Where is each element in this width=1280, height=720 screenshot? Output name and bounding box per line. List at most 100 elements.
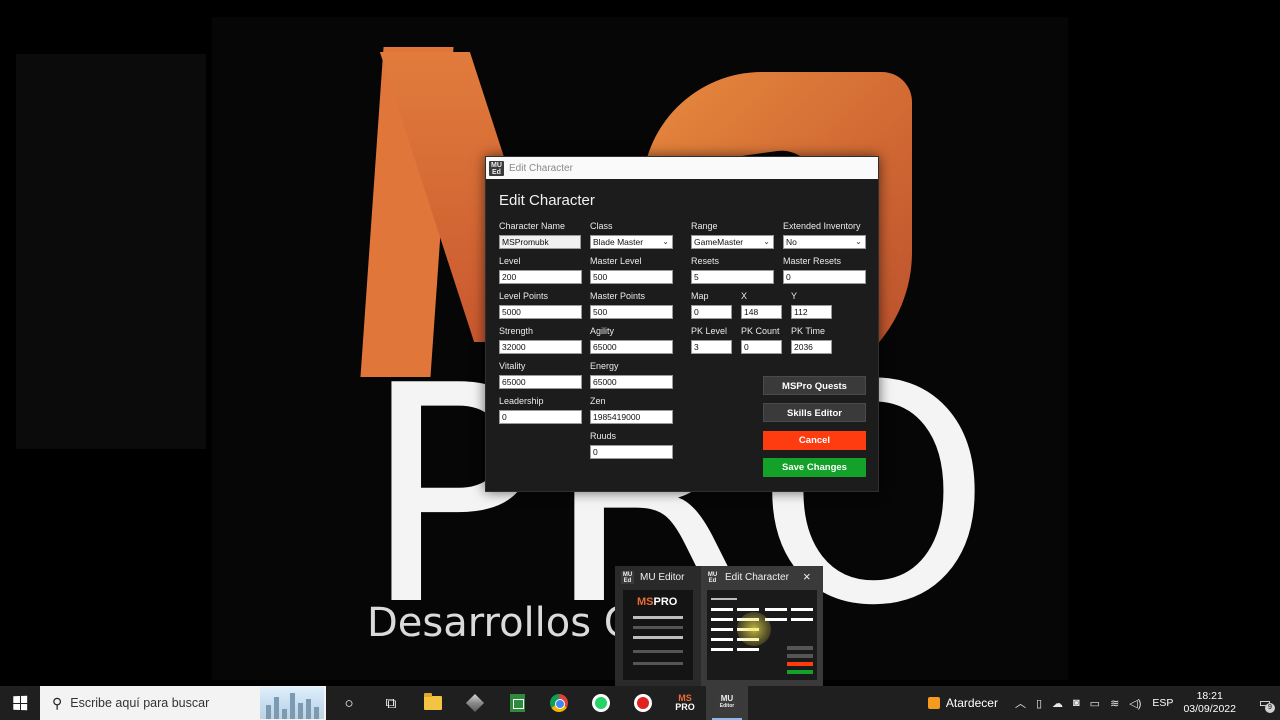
cancel-button[interactable]: Cancel [763,431,866,450]
master-resets-field[interactable]: 0 [783,270,866,284]
mini-mspro-logo: MSPRO [637,596,678,608]
pk-count-label: PK Count [741,326,780,336]
level-field[interactable]: 200 [499,270,582,284]
mspro-app-icon[interactable]: MS PRO [664,686,706,720]
windows-icon [13,695,28,711]
ruuds-label: Ruuds [590,431,617,441]
master-points-field[interactable]: 500 [590,305,673,319]
thumbnail-edit-character[interactable]: MU Ed Edit Character × [701,566,823,686]
pk-level-label: PK Level [691,326,728,336]
edit-character-dialog: MU Ed Edit Character Edit Character Chara… [485,156,879,492]
ruuds-field[interactable]: 0 [590,445,673,459]
leadership-label: Leadership [499,396,544,406]
mu-editor-taskbar-icon[interactable]: MU Editor [706,686,748,720]
resets-field[interactable]: 5 [691,270,774,284]
vitality-field[interactable]: 65000 [499,375,582,389]
energy-field[interactable]: 65000 [590,375,673,389]
mu-editor-app-icon: MU Ed [706,571,719,584]
energy-label: Energy [590,361,619,371]
speaker-icon[interactable]: ◁) [1129,697,1141,710]
skills-editor-button[interactable]: Skills Editor [763,403,866,422]
extended-inventory-select[interactable]: No ⌄ [783,235,866,249]
chrome-icon[interactable] [538,686,580,720]
save-changes-button[interactable]: Save Changes [763,458,866,477]
level-points-label: Level Points [499,291,549,301]
notification-center-icon[interactable]: ▭ 9 [1250,686,1280,720]
clock-time: 18:21 [1196,690,1223,702]
task-view-icon[interactable]: ⧉ [370,686,412,720]
pk-level-field[interactable]: 3 [691,340,732,354]
window-title: Edit Character [509,162,573,174]
character-name-label: Character Name [499,221,566,231]
chevron-up-icon[interactable]: ︿ [1015,695,1026,711]
taskbar-thumbnails: MU Ed MU Editor MSPRO MU Ed Edit Character… [615,566,823,686]
x-label: X [741,291,748,301]
desktop: PRO Desarrollos Online MU Ed Edit Charact… [0,0,1280,720]
x-field[interactable]: 148 [741,305,782,319]
chevron-down-icon: ⌄ [855,237,862,246]
mu-editor-app-icon: MU Ed [621,571,634,584]
cursor-highlight [737,612,771,646]
level-label: Level [499,256,521,266]
resets-label: Resets [691,256,720,266]
chevron-down-icon: ⌄ [662,237,669,246]
master-resets-label: Master Resets [783,256,842,266]
master-level-label: Master Level [590,256,642,266]
extended-inventory-label: Extended Inventory [783,221,861,231]
strength-label: Strength [499,326,534,336]
app-tray-icon[interactable]: ◙ [1073,697,1080,709]
class-value: Blade Master [593,237,644,247]
battery-icon[interactable]: ▭ [1090,697,1100,710]
y-label: Y [791,291,798,301]
start-button[interactable] [0,686,40,720]
cube-app-icon[interactable] [454,686,496,720]
search-highlight-image [260,687,324,719]
zen-field[interactable]: 1985419000 [590,410,673,424]
thumbnail-title: Edit Character [725,572,789,583]
wifi-icon[interactable]: ≋ [1110,697,1119,710]
agility-field[interactable]: 65000 [590,340,673,354]
pk-time-label: PK Time [791,326,826,336]
y-field[interactable]: 112 [791,305,832,319]
chevron-down-icon: ⌄ [763,237,770,246]
search-box[interactable]: ⚲ Escribe aquí para buscar [40,686,326,720]
range-label: Range [691,221,718,231]
weather-widget[interactable]: Atardecer [927,696,998,710]
agility-label: Agility [590,326,615,336]
pk-count-field[interactable]: 0 [741,340,782,354]
leadership-field[interactable]: 0 [499,410,582,424]
background-panel [16,54,206,449]
map-field[interactable]: 0 [691,305,732,319]
thumbnail-mu-editor[interactable]: MU Ed MU Editor MSPRO [615,566,701,686]
master-points-label: Master Points [590,291,646,301]
whatsapp-icon[interactable] [580,686,622,720]
notification-badge: 9 [1265,703,1275,713]
thumbnail-title: MU Editor [640,572,685,583]
zen-label: Zen [590,396,606,406]
master-level-field[interactable]: 500 [590,270,673,284]
level-points-field[interactable]: 5000 [499,305,582,319]
file-explorer-icon[interactable] [412,686,454,720]
cloud-icon[interactable]: ☁ [1052,697,1063,710]
search-placeholder: Escribe aquí para buscar [70,696,210,710]
search-icon: ⚲ [52,694,63,711]
language-indicator[interactable]: ESP [1152,697,1173,709]
pk-time-field[interactable]: 2036 [791,340,832,354]
dialog-titlebar[interactable]: MU Ed Edit Character [486,157,878,179]
range-select[interactable]: GameMaster ⌄ [691,235,774,249]
mspro-quests-button[interactable]: MSPro Quests [763,376,866,395]
device-icon[interactable]: ▯ [1036,697,1042,710]
character-name-field[interactable]: MSPromubk [499,235,581,249]
clock[interactable]: 18:21 03/09/2022 [1183,690,1236,716]
screen-recorder-icon[interactable] [622,686,664,720]
cortana-icon[interactable]: ○ [328,686,370,720]
extended-inventory-value: No [786,237,797,247]
spreadsheet-icon[interactable] [496,686,538,720]
thumbnail-preview: MSPRO [623,590,693,680]
strength-field[interactable]: 32000 [499,340,582,354]
class-select[interactable]: Blade Master ⌄ [590,235,673,249]
weather-icon [927,697,940,709]
close-icon[interactable]: × [803,569,811,584]
weather-text: Atardecer [945,696,998,710]
vitality-label: Vitality [499,361,526,371]
